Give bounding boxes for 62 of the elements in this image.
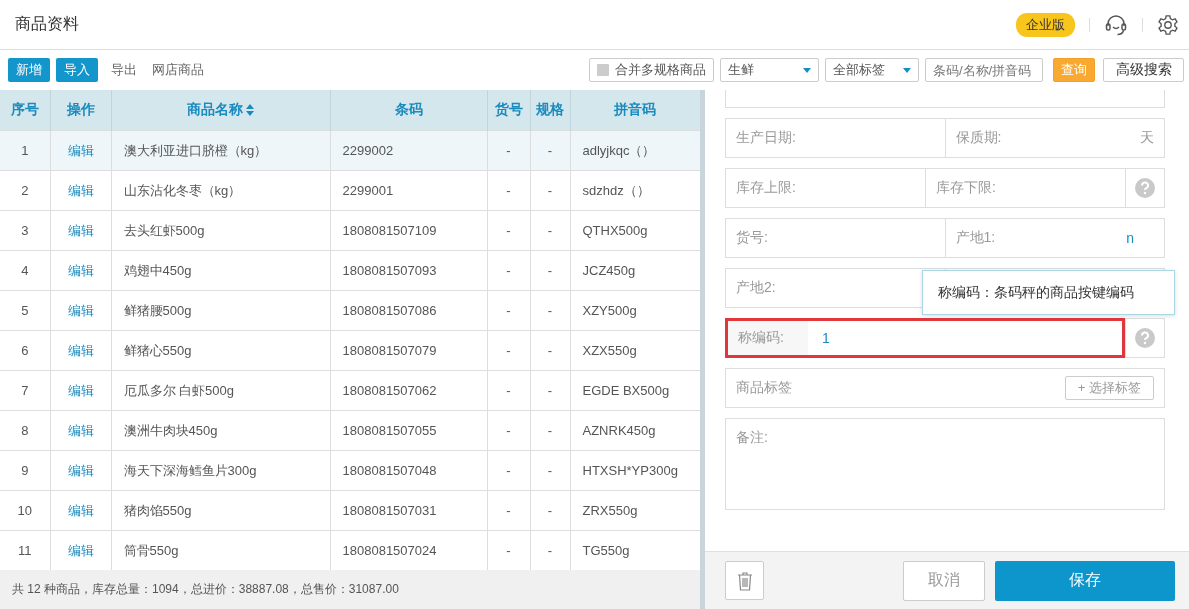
spec-cell: - xyxy=(530,210,570,251)
item-number-cell: - xyxy=(487,170,530,211)
product-name-cell: 厄瓜多尔 白虾500g xyxy=(111,370,330,411)
spec-cell: - xyxy=(530,330,570,371)
row-number: 10 xyxy=(0,490,50,531)
product-name-cell: 猪肉馅550g xyxy=(111,490,330,531)
barcode-cell: 1808081507055 xyxy=(330,410,487,451)
item-number-cell: - xyxy=(487,210,530,251)
row-number: 9 xyxy=(0,450,50,491)
spec-cell: - xyxy=(530,410,570,451)
tags-label: 商品标签 xyxy=(736,379,792,397)
row-number: 7 xyxy=(0,370,50,411)
spec-cell: - xyxy=(530,290,570,331)
item-number-cell: - xyxy=(487,410,530,451)
item-number-cell: - xyxy=(487,130,530,171)
column-header: 货号 xyxy=(487,90,530,131)
barcode-cell: 1808081507079 xyxy=(330,330,487,371)
item-number-cell: - xyxy=(487,250,530,291)
pinyin-cell: adlyjkqc（） xyxy=(570,130,700,171)
column-header: 序号 xyxy=(0,90,50,131)
product-name-cell: 鲜猪腰500g xyxy=(111,290,330,331)
barcode-cell: 1808081507093 xyxy=(330,250,487,291)
row-number: 1 xyxy=(0,130,50,171)
spec-cell: - xyxy=(530,130,570,171)
product-name-cell: 去头红虾500g xyxy=(111,210,330,251)
row-number: 2 xyxy=(0,170,50,211)
product-name-cell: 山东沾化冬枣（kg） xyxy=(111,170,330,211)
barcode-cell: 1808081507048 xyxy=(330,450,487,491)
product-name-cell: 鸡翅中450g xyxy=(111,250,330,291)
item-number-cell: - xyxy=(487,330,530,371)
row-number: 5 xyxy=(0,290,50,331)
barcode-cell: 1808081507062 xyxy=(330,370,487,411)
row-number: 4 xyxy=(0,250,50,291)
barcode-cell: 1808081507031 xyxy=(330,490,487,531)
column-header: 规格 xyxy=(530,90,570,131)
help-tooltip: 称编码：条码秤的商品按键编码 xyxy=(922,270,1175,315)
product-name-cell: 海天下深海鳕鱼片300g xyxy=(111,450,330,491)
column-header: 操作 xyxy=(50,90,111,131)
row-number: 3 xyxy=(0,210,50,251)
column-header: 条码 xyxy=(330,90,487,131)
page-title: 商品资料 xyxy=(15,14,80,34)
spec-cell: - xyxy=(530,170,570,211)
summary-bar: 共 12 种商品，库存总量：1094，总进价：38887.08，总售价：31087.00 xyxy=(0,570,700,609)
column-header: 拼音码 xyxy=(570,90,700,131)
row-number: 8 xyxy=(0,410,50,451)
barcode-cell: 1808081507086 xyxy=(330,290,487,331)
item-number-cell: - xyxy=(487,490,530,531)
barcode-cell: 2299001 xyxy=(330,170,487,211)
barcode-cell: 2299002 xyxy=(330,130,487,171)
product-name-cell: 澳大利亚进口脐橙（kg） xyxy=(111,130,330,171)
item-number-cell: - xyxy=(487,290,530,331)
item-number-cell: - xyxy=(487,450,530,491)
product-name-cell: 鲜猪心550g xyxy=(111,330,330,371)
item-number-cell: - xyxy=(487,370,530,411)
spec-cell: - xyxy=(530,450,570,491)
spec-cell: - xyxy=(530,490,570,531)
edition-badge: 企业版 xyxy=(1016,12,1075,37)
barcode-cell: 1808081507109 xyxy=(330,210,487,251)
product-name-cell: 澳洲牛肉块450g xyxy=(111,410,330,451)
spec-cell: - xyxy=(530,370,570,411)
row-number: 6 xyxy=(0,330,50,371)
spec-cell: - xyxy=(530,250,570,291)
